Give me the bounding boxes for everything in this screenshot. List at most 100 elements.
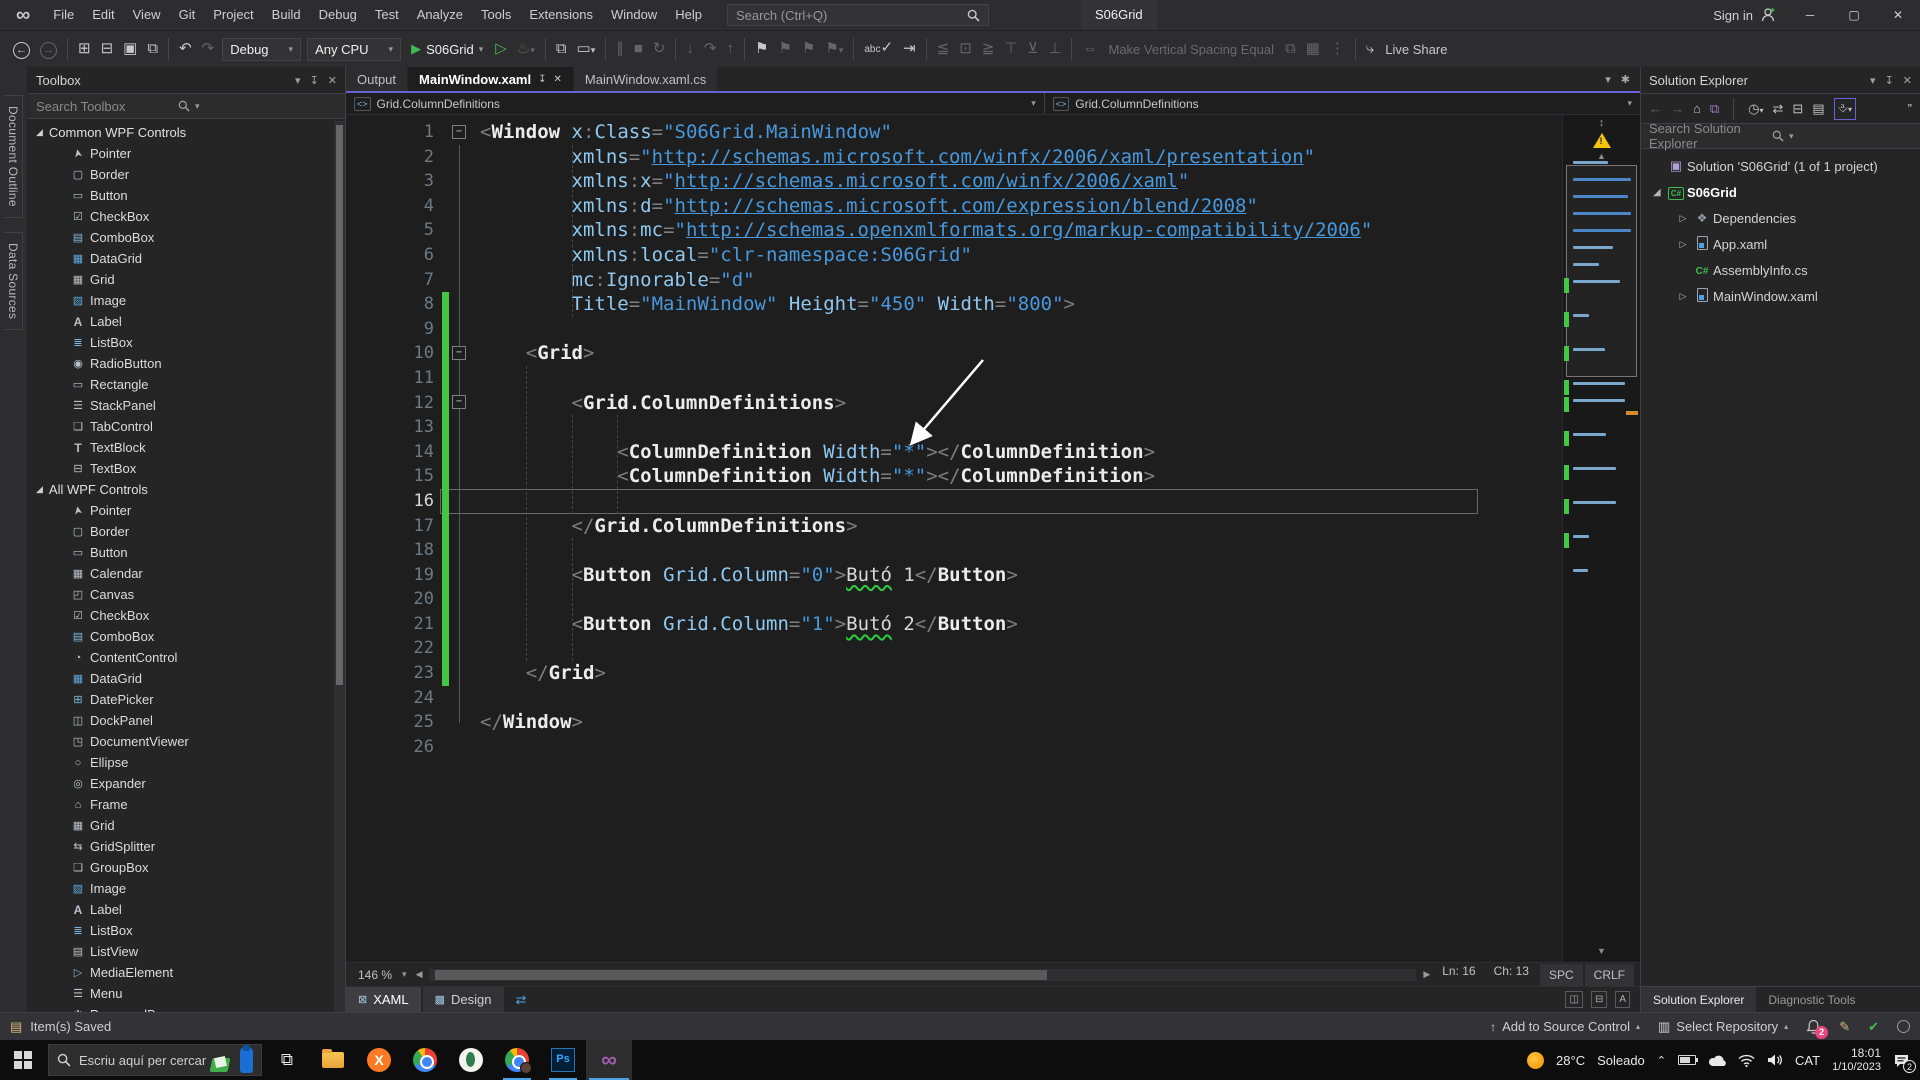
taskbar-app-xampp[interactable]: X <box>356 1040 402 1080</box>
toolbox-group-header[interactable]: ◢Common WPF Controls <box>28 122 345 143</box>
toolbox-group-header[interactable]: ◢All WPF Controls <box>28 479 345 500</box>
code-line-8[interactable]: 8 Title="MainWindow" Height="450" Width=… <box>346 292 1562 317</box>
weather-description[interactable]: Soleado <box>1597 1053 1645 1068</box>
menu-window[interactable]: Window <box>602 0 666 30</box>
menu-help[interactable]: Help <box>666 0 711 30</box>
taskbar-app-visual-studio[interactable]: ∞ <box>586 1040 632 1080</box>
code-line-6[interactable]: 6 xmlns:local="clr-namespace:S06Grid" <box>346 243 1562 268</box>
toolbox-item-button[interactable]: ▭Button <box>28 185 345 206</box>
target-device-icon[interactable]: ▭▾ <box>572 36 601 63</box>
solution-explorer-bottom-tab[interactable]: Solution Explorer <box>1641 987 1756 1012</box>
wifi-icon[interactable] <box>1738 1054 1755 1067</box>
menu-test[interactable]: Test <box>366 0 408 30</box>
collapse-all-icon[interactable]: ⊟ <box>1792 101 1803 117</box>
document-tab-mainwindow.xaml[interactable]: MainWindow.xaml↧✕ <box>408 67 573 91</box>
code-line-7[interactable]: 7 mc:Ignorable="d" <box>346 268 1562 293</box>
code-line-16[interactable]: 16 <box>346 489 1562 514</box>
menu-git[interactable]: Git <box>170 0 205 30</box>
toolbox-item-listview[interactable]: ▤ListView <box>28 941 345 962</box>
toolbox-item-calendar[interactable]: ▦Calendar <box>28 563 345 584</box>
guides-icon[interactable]: ⋮ <box>1325 36 1350 62</box>
expand-collapse-icon[interactable]: ◢ <box>1649 187 1665 198</box>
new-project-icon[interactable]: ⊞ <box>73 36 96 62</box>
code-line-25[interactable]: 25</Window> <box>346 710 1562 735</box>
search-dropdown-icon[interactable]: ▾ <box>1789 131 1912 142</box>
hot-reload-icon[interactable]: ♨▾ <box>512 36 540 63</box>
toolbox-item-grid[interactable]: ▦Grid <box>28 269 345 290</box>
code-line-4[interactable]: 4 xmlns:d="http://schemas.microsoft.com/… <box>346 194 1562 219</box>
toolbar-overflow-icon[interactable]: ” <box>1908 101 1912 116</box>
toolbox-item-textblock[interactable]: TTextBlock <box>28 437 345 458</box>
redo-icon[interactable]: ↷ <box>197 36 220 62</box>
swap-panes-icon[interactable]: ⇄ <box>506 987 537 1012</box>
line-ending-indicator[interactable]: CRLF <box>1585 964 1634 986</box>
taskbar-app-oval-app[interactable] <box>448 1040 494 1080</box>
background-tasks-icon[interactable] <box>1897 1020 1910 1033</box>
toolbox-item-menu[interactable]: ☰Menu <box>28 983 345 1004</box>
fold-collapse-icon[interactable]: − <box>452 395 466 409</box>
scroll-left-icon[interactable]: ◀ <box>413 969 426 980</box>
menu-build[interactable]: Build <box>263 0 310 30</box>
restart-icon[interactable]: ↻ <box>648 36 671 62</box>
panel-close-icon[interactable]: ✕ <box>1903 74 1912 87</box>
group-icon[interactable]: ⧉ <box>1280 36 1301 62</box>
code-editor[interactable]: 1−<Window x:Class="S06Grid.MainWindow"2 … <box>346 115 1640 962</box>
close-button[interactable]: ✕ <box>1876 0 1920 30</box>
code-line-18[interactable]: 18 <box>346 538 1562 563</box>
code-line-12[interactable]: 12− <Grid.ColumnDefinitions> <box>346 391 1562 416</box>
chevron-down-icon[interactable]: ▾ <box>1031 98 1036 109</box>
breadcrumb-left[interactable]: <> Grid.ColumnDefinitions ▾ <box>346 93 1045 114</box>
keyboard-layout-indicator[interactable]: CAT <box>1795 1053 1820 1068</box>
toolbox-item-documentviewer[interactable]: ◳DocumentViewer <box>28 731 345 752</box>
sync-with-active-document-icon[interactable]: ⇄ <box>1773 101 1784 117</box>
horizontal-split-icon[interactable]: ⊟ <box>1591 991 1607 1008</box>
toolbox-item-canvas[interactable]: ◰Canvas <box>28 584 345 605</box>
clock[interactable]: 18:01 1/10/2023 <box>1832 1046 1881 1075</box>
tree-item-app-xaml[interactable]: ▷App.xaml <box>1641 231 1920 257</box>
toolbox-item-mediaelement[interactable]: ▷MediaElement <box>28 962 345 983</box>
code-line-14[interactable]: 14 <ColumnDefinition Width="*"></ColumnD… <box>346 440 1562 465</box>
toolbox-item-rectangle[interactable]: ▭Rectangle <box>28 374 345 395</box>
menu-tools[interactable]: Tools <box>472 0 520 30</box>
scroll-down-icon[interactable]: ▼ <box>1563 946 1640 956</box>
code-line-3[interactable]: 3 xmlns:x="http://schemas.microsoft.com/… <box>346 169 1562 194</box>
code-line-20[interactable]: 20 <box>346 587 1562 612</box>
code-line-10[interactable]: 10− <Grid> <box>346 341 1562 366</box>
toolbox-item-checkbox[interactable]: ☑CheckBox <box>28 605 345 626</box>
align-middle-icon[interactable]: ⊻ <box>1022 36 1043 62</box>
toolbox-item-pointer[interactable]: ➤Pointer <box>28 500 345 521</box>
home-icon[interactable]: ⌂ <box>1693 101 1701 116</box>
toolbox-item-border[interactable]: ▢Border <box>28 164 345 185</box>
toolbox-item-listbox[interactable]: ≣ListBox <box>28 332 345 353</box>
code-line-19[interactable]: 19 <Button Grid.Column="0">Butó 1</Butto… <box>346 563 1562 588</box>
solution-platform-dropdown[interactable]: Any CPU▾ <box>307 38 401 61</box>
taskbar-app-chrome-profile[interactable] <box>494 1040 540 1080</box>
menu-analyze[interactable]: Analyze <box>408 0 472 30</box>
weather-sun-icon[interactable] <box>1527 1052 1544 1069</box>
minimize-button[interactable]: ─ <box>1788 0 1832 30</box>
expand-collapse-icon[interactable]: ◢ <box>36 127 43 138</box>
align-right-icon[interactable]: ≧ <box>977 36 1000 62</box>
pin-tab-icon[interactable]: ↧ <box>538 74 546 85</box>
code-line-17[interactable]: 17 </Grid.ColumnDefinitions> <box>346 514 1562 539</box>
align-bottom-icon[interactable]: ⊥ <box>1043 36 1066 62</box>
toolbox-options-icon[interactable]: ▾ <box>295 74 301 87</box>
document-tab-mainwindow.xaml.cs[interactable]: MainWindow.xaml.cs <box>574 67 717 91</box>
feedback-icon[interactable]: ✎ <box>1839 1019 1850 1035</box>
solution-configuration-dropdown[interactable]: Debug▾ <box>222 38 301 61</box>
package-manager-icon[interactable]: ⧉ <box>551 36 572 62</box>
menu-extensions[interactable]: Extensions <box>520 0 602 30</box>
data-sources-tab[interactable]: Data Sources <box>4 232 23 330</box>
start-debugging-button[interactable]: ▶ S06Grid ▾ <box>404 41 490 57</box>
chevron-down-icon[interactable]: ▾ <box>1627 98 1632 109</box>
toolbox-item-gridsplitter[interactable]: ⇆GridSplitter <box>28 836 345 857</box>
toolbox-item-textbox[interactable]: ⊟TextBox <box>28 458 345 479</box>
indent-icon[interactable]: ⇥ <box>898 36 921 62</box>
toolbox-item-listbox[interactable]: ≣ListBox <box>28 920 345 941</box>
toolbox-item-groupbox[interactable]: ❏GroupBox <box>28 857 345 878</box>
battery-icon[interactable] <box>1678 1055 1696 1065</box>
toolbox-item-tabcontrol[interactable]: ❏TabControl <box>28 416 345 437</box>
toolbox-item-expander[interactable]: ◎Expander <box>28 773 345 794</box>
tab-list-dropdown-icon[interactable]: ▾ <box>1605 73 1611 86</box>
onedrive-cloud-icon[interactable] <box>1708 1054 1726 1067</box>
